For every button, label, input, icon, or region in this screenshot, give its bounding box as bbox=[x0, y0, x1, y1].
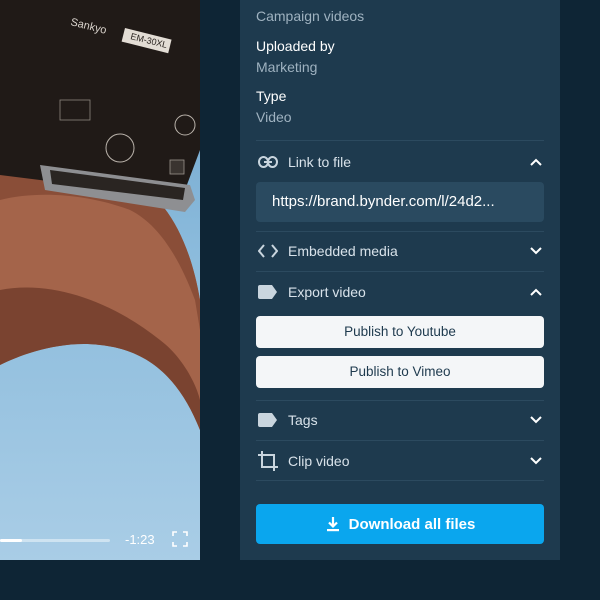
code-icon bbox=[256, 239, 280, 263]
category-field: Campaign videos bbox=[256, 0, 544, 25]
chevron-down-icon[interactable] bbox=[528, 412, 544, 428]
section-embedded-media[interactable]: Embedded media bbox=[256, 231, 544, 271]
tag-icon bbox=[256, 408, 280, 432]
progress-bar[interactable] bbox=[0, 539, 110, 542]
type-value: Video bbox=[256, 109, 292, 125]
video-player[interactable]: Sankyo EM-30XL -1:23 bbox=[0, 0, 200, 560]
uploaded-by-field: Uploaded by Marketing bbox=[256, 37, 544, 76]
crop-icon bbox=[256, 449, 280, 473]
fullscreen-icon[interactable] bbox=[172, 531, 188, 547]
export-video-label: Export video bbox=[288, 284, 366, 300]
tags-label: Tags bbox=[288, 412, 318, 428]
progress-fill bbox=[0, 539, 22, 542]
type-field: Type Video bbox=[256, 87, 544, 126]
clip-video-label: Clip video bbox=[288, 453, 350, 469]
category-label bbox=[256, 0, 544, 4]
download-icon bbox=[326, 517, 339, 532]
uploaded-by-label: Uploaded by bbox=[256, 38, 335, 54]
section-export-video[interactable]: Export video bbox=[256, 272, 544, 312]
download-all-label: Download all files bbox=[348, 515, 476, 533]
file-url-field[interactable]: https://brand.bynder.com/l/24d2... bbox=[256, 182, 544, 222]
time-remaining: -1:23 bbox=[125, 532, 155, 547]
video-frame: Sankyo EM-30XL bbox=[0, 0, 200, 430]
publish-vimeo-button[interactable]: Publish to Vimeo bbox=[256, 356, 544, 388]
section-tags[interactable]: Tags bbox=[256, 400, 544, 440]
section-clip-video[interactable]: Clip video bbox=[256, 441, 544, 481]
embedded-media-label: Embedded media bbox=[288, 243, 398, 259]
publish-youtube-button[interactable]: Publish to Youtube bbox=[256, 316, 544, 348]
download-all-button[interactable]: Download all files bbox=[256, 504, 544, 544]
divider bbox=[256, 140, 544, 141]
link-to-file-label: Link to file bbox=[288, 154, 352, 170]
label-tag-icon bbox=[256, 280, 280, 304]
chevron-up-icon[interactable] bbox=[528, 154, 544, 170]
chevron-down-icon[interactable] bbox=[528, 453, 544, 469]
category-value: Campaign videos bbox=[256, 8, 365, 24]
asset-details-panel: Campaign videos Uploaded by Marketing Ty… bbox=[240, 0, 560, 560]
chevron-up-icon[interactable] bbox=[528, 284, 544, 300]
divider bbox=[256, 480, 544, 481]
link-icon bbox=[256, 150, 280, 174]
video-controls: -1:23 bbox=[0, 520, 200, 560]
uploaded-by-value: Marketing bbox=[256, 59, 318, 75]
type-label: Type bbox=[256, 88, 287, 104]
chevron-down-icon[interactable] bbox=[528, 243, 544, 259]
section-link-to-file[interactable]: Link to file bbox=[256, 142, 544, 182]
